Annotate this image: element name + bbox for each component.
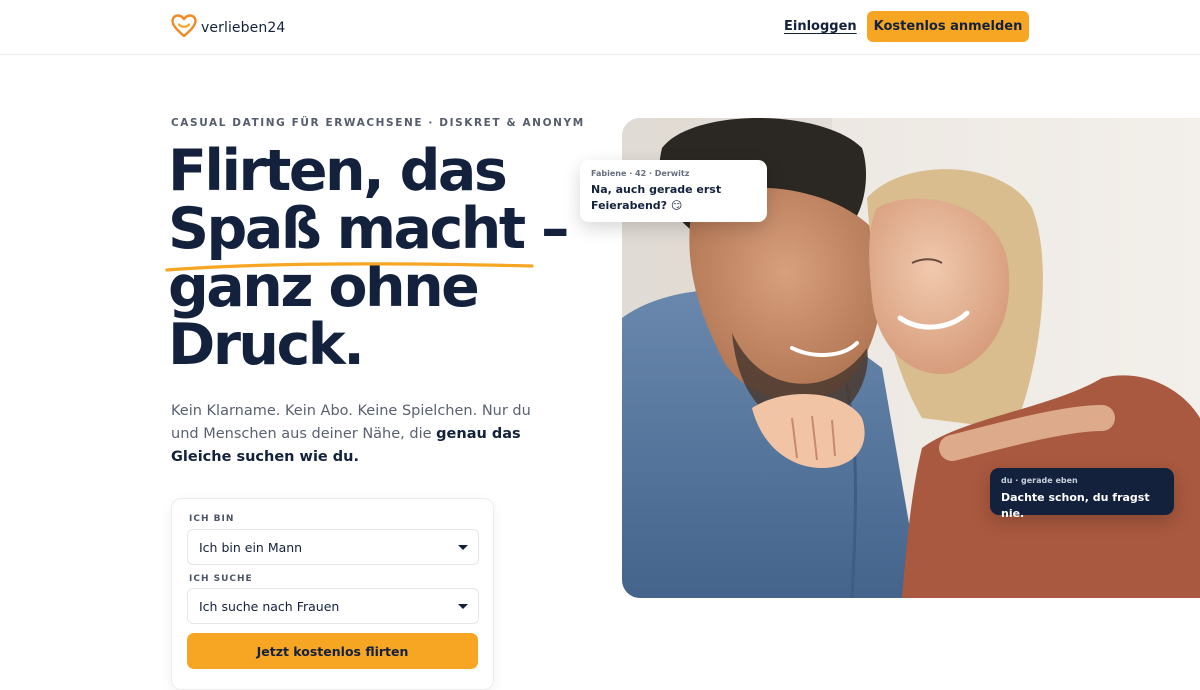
iam-select-value: Ich bin ein Mann [199,540,303,555]
signup-button[interactable]: Kostenlos anmelden [867,11,1029,42]
hero-eyebrow: CASUAL DATING FÜR ERWACHSENE · DISKRET &… [171,117,585,129]
incoming-text: Na, auch gerade erst Feierabend? 😏 [591,183,722,212]
outgoing-text: Dachte schon, du fragst nie. [1001,491,1150,520]
outgoing-chat-bubble: du · gerade eben Dachte schon, du fragst… [990,468,1174,520]
seek-select[interactable]: Ich suche nach Frauen [187,588,479,624]
site-header: verlieben24 Einloggen Kostenlos anmelden [0,0,1200,55]
logo-text: verlieben24 [201,20,286,36]
heart-logo-icon [171,14,197,42]
hero-lead: Kein Klarname. Kein Abo. Keine Spielchen… [171,400,541,469]
title-underline-decoration [165,262,534,272]
logo[interactable]: verlieben24 [171,14,285,42]
iam-label: ICH BIN [189,514,235,524]
iam-select[interactable]: Ich bin ein Mann [187,529,479,565]
hero-title-line: Spaß macht – [168,196,569,262]
caret-down-icon [458,604,468,609]
seek-label: ICH SUCHE [189,574,253,584]
incoming-chat-bubble: Fabiene · 42 · Derwitz Na, auch gerade e… [580,160,767,222]
hero-title-line: Druck. [168,312,365,378]
flirt-cta-button[interactable]: Jetzt kostenlos flirten [187,633,478,669]
login-link[interactable]: Einloggen [784,19,857,34]
seek-select-value: Ich suche nach Frauen [199,599,340,614]
incoming-meta: Fabiene · 42 · Derwitz [591,169,690,178]
caret-down-icon [458,545,468,550]
hero-title-line: Flirten, das [168,138,508,204]
search-form: ICH BIN Ich bin ein Mann ICH SUCHE Ich s… [171,498,494,690]
outgoing-meta: du · gerade eben [1001,476,1078,485]
